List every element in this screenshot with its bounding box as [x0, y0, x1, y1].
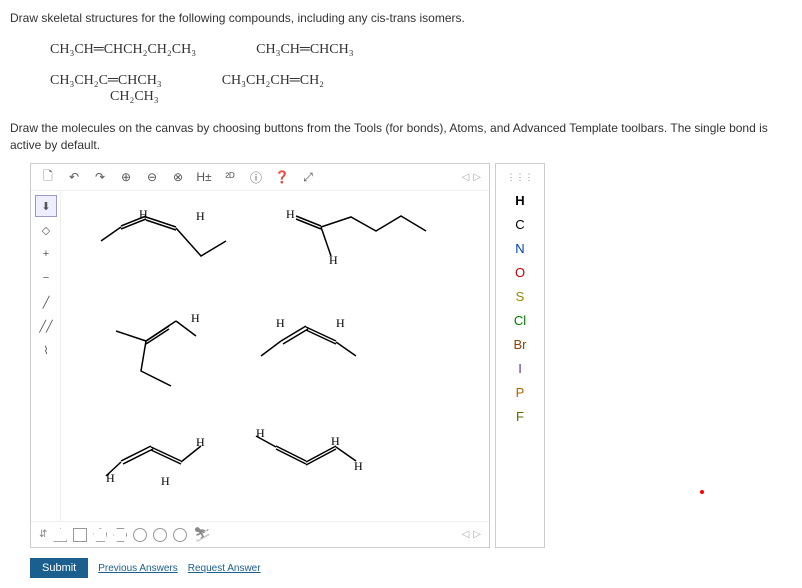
formula-1: CH₃CH═CHCH₂CH₂CH₃ [50, 42, 196, 58]
nav-right-icon[interactable]: ▷ [473, 172, 481, 183]
zoom-in-button[interactable]: ⊕ [117, 168, 135, 186]
atom-p[interactable]: P [500, 382, 540, 402]
formula-2: CH₃CH═CHCH₃ [256, 42, 353, 58]
zoom-out-button[interactable]: ⊖ [143, 168, 161, 186]
hydrogen-toggle-button[interactable]: H± [195, 168, 213, 186]
move-tool[interactable]: ⬇ [35, 195, 57, 217]
h-label: H [331, 434, 340, 449]
red-dot-marker [700, 490, 704, 494]
h-label: H [286, 207, 295, 222]
h-label: H [354, 459, 363, 474]
charge-minus-tool[interactable]: − [35, 267, 57, 289]
bottom-toolbar: ⇵ ⛷ ◁ ▷ [31, 521, 489, 547]
zoom-fit-button[interactable]: ⊗ [169, 168, 187, 186]
atom-s[interactable]: S [500, 286, 540, 306]
atom-o[interactable]: O [500, 262, 540, 282]
h-label: H [196, 209, 205, 224]
molecule-editor: 🗋 ↶ ↷ ⊕ ⊖ ⊗ H± ²ᴰ ⓘ ❓ ⤢ ◁ ▷ ⬇ ◇ + − ╱ ╱╱ [30, 163, 490, 548]
help-button[interactable]: ❓ [273, 168, 291, 186]
redo-button[interactable]: ↷ [91, 168, 109, 186]
atom-c[interactable]: C [500, 214, 540, 234]
nav-left-bottom[interactable]: ◁ [462, 529, 470, 540]
person-template[interactable]: ⛷ [193, 526, 211, 543]
h-label: H [336, 316, 345, 331]
h-label: H [106, 471, 115, 486]
atom-panel: ⋮⋮⋮ H C N O S Cl Br I P F [495, 163, 545, 548]
h-label: H [161, 474, 170, 489]
hexagon-template[interactable] [113, 528, 127, 542]
atom-i[interactable]: I [500, 358, 540, 378]
single-bond-tool[interactable]: ╱ [35, 291, 57, 313]
view-2d-button[interactable]: ²ᴰ [221, 168, 239, 186]
erase-tool[interactable]: ◇ [35, 219, 57, 241]
h-label: H [256, 426, 265, 441]
benzene-template[interactable] [173, 528, 187, 542]
new-button[interactable]: 🗋 [39, 168, 57, 186]
atom-n[interactable]: N [500, 238, 540, 258]
previous-answers-link[interactable]: Previous Answers [98, 563, 177, 574]
formula-3-bot: CH₂CH₃ [110, 89, 162, 105]
h-label: H [329, 253, 338, 268]
left-toolbar: ⬇ ◇ + − ╱ ╱╱ ⌇ [31, 191, 61, 521]
expand-button[interactable]: ⤢ [299, 168, 317, 186]
submit-button[interactable]: Submit [30, 558, 88, 578]
periodic-table-button[interactable]: ⋮⋮⋮ [500, 168, 540, 186]
heptagon-template[interactable] [133, 528, 147, 542]
formula-block-2: CH₃CH₂C═CHCH₃ CH₂CH₃ CH₃CH₂CH═CH₂ [50, 73, 792, 105]
atom-h[interactable]: H [500, 190, 540, 210]
top-toolbar: 🗋 ↶ ↷ ⊕ ⊖ ⊗ H± ²ᴰ ⓘ ❓ ⤢ ◁ ▷ [31, 164, 489, 191]
h-label: H [276, 316, 285, 331]
drawing-canvas[interactable]: H H H H H H H H H H H H H [61, 191, 489, 521]
atom-f[interactable]: F [500, 406, 540, 426]
atom-cl[interactable]: Cl [500, 310, 540, 330]
h-label: H [196, 435, 205, 450]
formula-block: CH₃CH═CHCH₂CH₂CH₃ CH₃CH═CHCH₃ [50, 42, 792, 58]
charge-plus-tool[interactable]: + [35, 243, 57, 265]
info-button[interactable]: ⓘ [247, 168, 265, 186]
formula-3-top: CH₃CH₂C═CHCH₃ [50, 73, 162, 89]
octagon-template[interactable] [153, 528, 167, 542]
triangle-template[interactable] [53, 528, 67, 542]
formula-4: CH₃CH₂CH═CH₂ [222, 73, 324, 105]
square-template[interactable] [73, 528, 87, 542]
request-answer-link[interactable]: Request Answer [188, 563, 261, 574]
chain-tool[interactable]: ⌇ [35, 339, 57, 361]
double-bond-tool[interactable]: ╱╱ [35, 315, 57, 337]
h-label: H [139, 207, 148, 222]
undo-button[interactable]: ↶ [65, 168, 83, 186]
instruction-text: Draw the molecules on the canvas by choo… [10, 120, 792, 154]
nav-left-icon[interactable]: ◁ [462, 172, 470, 183]
pentagon-template[interactable] [93, 528, 107, 542]
atom-br[interactable]: Br [500, 334, 540, 354]
nav-right-bottom[interactable]: ▷ [473, 529, 481, 540]
h-label: H [191, 311, 200, 326]
updown-icon[interactable]: ⇵ [39, 529, 47, 540]
question-text: Draw skeletal structures for the followi… [10, 10, 792, 27]
